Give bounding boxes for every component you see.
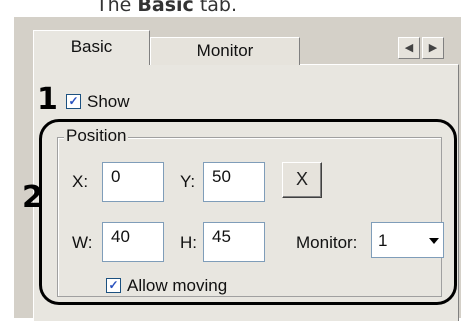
tab-monitor-label: Monitor xyxy=(196,41,254,60)
scroll-right-icon[interactable]: ▶ xyxy=(422,37,444,59)
h-input[interactable]: 45 xyxy=(203,222,265,262)
tab-basic-label: Basic xyxy=(70,37,113,56)
tab-scroll-buttons: ◀ ▶ xyxy=(398,37,444,61)
tab-monitor[interactable]: Monitor xyxy=(150,37,300,65)
h-input-value: 45 xyxy=(212,227,231,246)
x-input[interactable]: 0 xyxy=(102,162,164,202)
reset-position-button[interactable]: X xyxy=(282,162,322,198)
page-caption: The Basic tab. xyxy=(96,0,237,16)
w-input[interactable]: 40 xyxy=(102,222,164,262)
chevron-down-icon xyxy=(429,238,439,244)
position-group-label: Position xyxy=(64,126,129,146)
show-checkbox[interactable]: ✓ xyxy=(66,94,81,109)
h-label: H: xyxy=(180,233,197,252)
x-label: X: xyxy=(72,172,89,191)
x-input-value: 0 xyxy=(111,167,121,186)
scroll-left-icon[interactable]: ◀ xyxy=(398,37,420,59)
w-input-value: 40 xyxy=(111,227,130,246)
position-group-frame xyxy=(57,137,442,297)
monitor-select-value: 1 xyxy=(378,231,388,250)
annotation-number-1: 1 xyxy=(37,82,58,117)
allow-moving-checkbox[interactable]: ✓ xyxy=(106,278,121,293)
monitor-label: Monitor: xyxy=(296,233,358,252)
caption-suffix: tab. xyxy=(193,0,238,16)
show-label: Show xyxy=(87,92,130,111)
caption-bold: Basic xyxy=(137,0,194,16)
monitor-select[interactable]: 1 xyxy=(371,222,444,258)
allow-moving-label: Allow moving xyxy=(127,276,228,295)
y-input[interactable]: 50 xyxy=(203,162,265,202)
caption-prefix: The xyxy=(96,0,138,16)
tab-basic[interactable]: Basic xyxy=(33,30,150,65)
w-label: W: xyxy=(72,233,93,252)
y-input-value: 50 xyxy=(212,167,231,186)
y-label: Y: xyxy=(180,172,196,191)
